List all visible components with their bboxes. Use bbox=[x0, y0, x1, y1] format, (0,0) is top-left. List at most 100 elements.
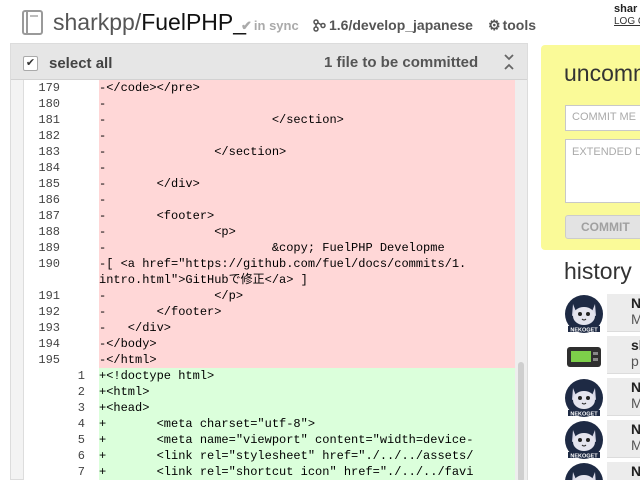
new-line-number: 4 bbox=[60, 416, 99, 432]
new-line-number: 5 bbox=[60, 432, 99, 448]
avatar-label: NEKOGET bbox=[570, 328, 598, 334]
branch-name: 1.6/develop_japanese bbox=[329, 17, 473, 33]
diff-line-added[interactable]: 7 + <link rel="shortcut icon" href="./../… bbox=[24, 464, 515, 480]
history-item[interactable]: NEKOGETNM bbox=[561, 292, 640, 334]
old-line-number bbox=[24, 400, 60, 416]
diff-code: - bbox=[99, 96, 515, 112]
commit-button[interactable]: COMMIT bbox=[565, 215, 640, 239]
diff-code: -</body> bbox=[99, 336, 515, 352]
repository-name: FuelPHP bbox=[141, 9, 234, 35]
select-all-label[interactable]: select all bbox=[49, 55, 112, 72]
account-area: shar LOG O bbox=[614, 2, 640, 28]
nekoget-cat-avatar: NEKOGET bbox=[565, 463, 603, 480]
diff-line-deleted[interactable]: 182 - bbox=[24, 128, 515, 144]
history-item[interactable]: shp bbox=[561, 334, 640, 376]
avatar-label: NEKOGET bbox=[570, 412, 598, 418]
diff-line-deleted[interactable]: 186 - bbox=[24, 192, 515, 208]
history-item[interactable]: NEKOGETNM bbox=[561, 460, 640, 480]
diff-line-added[interactable]: 1 +<!doctype html> bbox=[24, 368, 515, 384]
old-line-number bbox=[24, 384, 60, 400]
history-title: history bbox=[564, 258, 632, 284]
files-to-commit-count: 1 file to be committed bbox=[324, 54, 479, 71]
new-line-number bbox=[60, 208, 99, 224]
select-all-checkbox[interactable]: ✔ bbox=[23, 56, 38, 71]
diff-line-deleted[interactable]: 180 - bbox=[24, 96, 515, 112]
new-line-number: 7 bbox=[60, 464, 99, 480]
diff-line-deleted[interactable]: 181 - </section> bbox=[24, 112, 515, 128]
diff-scrollbar-thumb[interactable] bbox=[518, 362, 524, 480]
changes-toolbar: ✔ select all 1 file to be committed bbox=[11, 44, 527, 80]
diff-line-deleted[interactable]: 192 - </footer> bbox=[24, 304, 515, 320]
diff-line-deleted[interactable]: 191 - </p> bbox=[24, 288, 515, 304]
diff-line-deleted[interactable]: intro.html">GitHubで修正</a> ] bbox=[24, 272, 515, 288]
new-line-number bbox=[60, 304, 99, 320]
diff-line-deleted[interactable]: 184 - bbox=[24, 160, 515, 176]
new-line-number bbox=[60, 144, 99, 160]
commit-author: N bbox=[631, 421, 640, 437]
diff-scrollbar[interactable] bbox=[515, 80, 527, 480]
diff-code: - </section> bbox=[99, 144, 515, 160]
collapse-icon[interactable] bbox=[503, 53, 515, 71]
diff-code: +<head> bbox=[99, 400, 515, 416]
diff-line-deleted[interactable]: 190 -[ <a href="https://github.com/fuel/d… bbox=[24, 256, 515, 272]
diff-line-added[interactable]: 2 +<html> bbox=[24, 384, 515, 400]
checkmark-icon: ✔ bbox=[241, 18, 252, 33]
old-line-number: 191 bbox=[24, 288, 60, 304]
changes-panel: ✔ select all 1 file to be committed 179 -… bbox=[10, 43, 528, 480]
history-list: NEKOGETNMshpNEKOGETNMNEKOGETNMNEKOGETNM bbox=[561, 292, 640, 480]
diff-view[interactable]: 179 -</code></pre> 180 - 181 - </section> 182 -… bbox=[23, 80, 515, 480]
diff-line-added[interactable]: 4 + <meta charset="utf-8"> bbox=[24, 416, 515, 432]
logout-link[interactable]: LOG O bbox=[614, 16, 640, 28]
history-item[interactable]: NEKOGETNM bbox=[561, 418, 640, 460]
diff-line-deleted[interactable]: 188 - <p> bbox=[24, 224, 515, 240]
commit-message: p bbox=[631, 353, 639, 369]
diff-code: - &copy; FuelPHP Developme bbox=[99, 240, 515, 256]
tools-label: tools bbox=[502, 17, 537, 33]
new-line-number bbox=[60, 288, 99, 304]
diff-line-deleted[interactable]: 189 - &copy; FuelPHP Developme bbox=[24, 240, 515, 256]
diff-line-deleted[interactable]: 185 - </div> bbox=[24, 176, 515, 192]
old-line-number bbox=[24, 464, 60, 480]
commit-message: M bbox=[631, 395, 640, 411]
diff-code: + <link rel="stylesheet" href="./../../a… bbox=[99, 448, 515, 464]
new-line-number bbox=[60, 128, 99, 144]
old-line-number bbox=[24, 272, 60, 288]
gear-icon: ⚙ bbox=[488, 17, 501, 33]
history-item[interactable]: NEKOGET NM bbox=[561, 376, 640, 418]
diff-line-added[interactable]: 5 + <meta name="viewport" content="width=… bbox=[24, 432, 515, 448]
diff-line-added[interactable]: 6 + <link rel="stylesheet" href="./../../… bbox=[24, 448, 515, 464]
new-line-number: 2 bbox=[60, 384, 99, 400]
commit-description-input[interactable]: EXTENDED D bbox=[565, 139, 640, 203]
diff-code: - <footer> bbox=[99, 208, 515, 224]
new-line-number: 1 bbox=[60, 368, 99, 384]
diff-line-added[interactable]: 3 +<head> bbox=[24, 400, 515, 416]
diff-code: +<html> bbox=[99, 384, 515, 400]
branch-icon bbox=[313, 19, 326, 32]
new-line-number bbox=[60, 240, 99, 256]
diff-line-deleted[interactable]: 183 - </section> bbox=[24, 144, 515, 160]
old-line-number: 185 bbox=[24, 176, 60, 192]
branch-selector[interactable]: 1.6/develop_japanese bbox=[313, 17, 473, 33]
uncommitted-title: uncomm bbox=[564, 60, 640, 86]
tools-menu[interactable]: ⚙ tools bbox=[488, 17, 536, 34]
diff-code: - </div> bbox=[99, 176, 515, 192]
commit-summary-input[interactable]: COMMIT ME bbox=[565, 105, 640, 131]
old-line-number bbox=[24, 432, 60, 448]
old-line-number: 183 bbox=[24, 144, 60, 160]
new-line-number bbox=[60, 80, 99, 96]
new-line-number: 6 bbox=[60, 448, 99, 464]
diff-line-deleted[interactable]: 195 -</html> bbox=[24, 352, 515, 368]
diff-line-deleted[interactable]: 179 -</code></pre> bbox=[24, 80, 515, 96]
diff-line-deleted[interactable]: 193 - </div> bbox=[24, 320, 515, 336]
sync-status-label: in sync bbox=[253, 18, 299, 33]
old-line-number: 181 bbox=[24, 112, 60, 128]
diff-code: -</html> bbox=[99, 352, 515, 368]
repository-title[interactable]: sharkpp/FuelPHP_ bbox=[53, 7, 246, 37]
diff-line-deleted[interactable]: 194 -</body> bbox=[24, 336, 515, 352]
sync-status[interactable]: ✔ in sync bbox=[241, 18, 299, 34]
diff-line-deleted[interactable]: 187 - <footer> bbox=[24, 208, 515, 224]
new-line-number bbox=[60, 272, 99, 288]
diff-code: - bbox=[99, 160, 515, 176]
app-header: sharkpp/FuelPHP_ ✔ in sync 1.6/develop_ja… bbox=[0, 0, 640, 44]
commit-author: N bbox=[631, 379, 640, 395]
